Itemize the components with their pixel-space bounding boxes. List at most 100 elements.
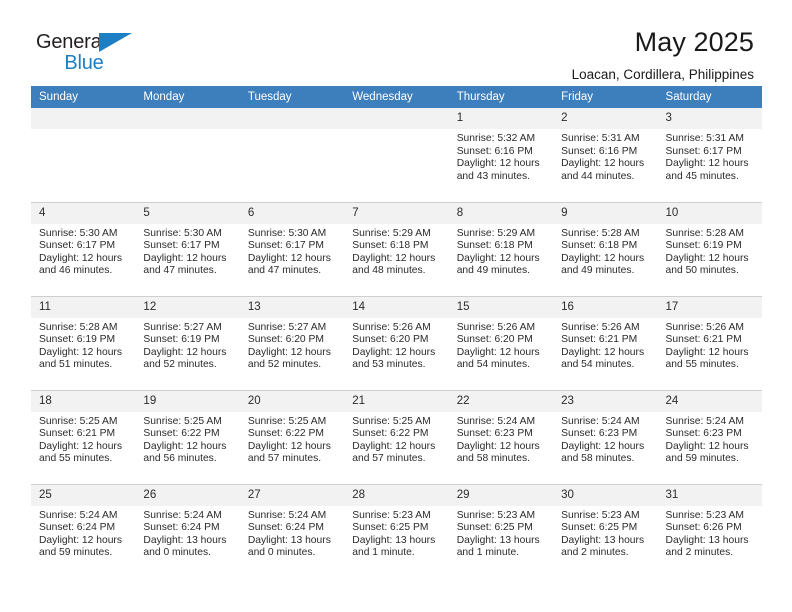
- calendar-day-cell[interactable]: 10 Sunrise: 5:28 AM Sunset: 6:19 PM Dayligh…: [657, 201, 762, 296]
- day-details: Sunrise: 5:30 AM Sunset: 6:17 PM Daylight:…: [240, 224, 344, 278]
- day-number: 22: [448, 390, 554, 412]
- daylight-text-line2: and 54 minutes.: [561, 359, 635, 371]
- calendar-day-cell[interactable]: 19 Sunrise: 5:25 AM Sunset: 6:22 PM Dayligh…: [135, 389, 240, 484]
- sunset-text: Sunset: 6:17 PM: [39, 240, 116, 252]
- calendar-day-cell[interactable]: 30 Sunrise: 5:23 AM Sunset: 6:25 PM Dayligh…: [553, 483, 658, 578]
- sunset-text: Sunset: 6:21 PM: [39, 428, 116, 440]
- sunrise-text: Sunrise: 5:25 AM: [352, 415, 431, 427]
- sunset-text: Sunset: 6:23 PM: [665, 428, 742, 440]
- sunset-text: Sunset: 6:24 PM: [247, 522, 324, 534]
- daylight-text-line2: and 2 minutes.: [561, 547, 629, 559]
- day-details: [135, 129, 239, 133]
- calendar-day-cell[interactable]: 4 Sunrise: 5:30 AM Sunset: 6:17 PM Daylight…: [31, 201, 136, 296]
- calendar-day-cell[interactable]: 14 Sunrise: 5:26 AM Sunset: 6:20 PM Dayligh…: [344, 295, 449, 390]
- calendar-day-cell[interactable]: 3 Sunrise: 5:31 AM Sunset: 6:17 PM Daylight…: [657, 108, 762, 202]
- day-number: 2: [553, 108, 658, 129]
- sunrise-text: Sunrise: 5:30 AM: [39, 227, 118, 239]
- daylight-text-line2: and 1 minute.: [456, 547, 520, 559]
- day-number: 30: [553, 484, 658, 506]
- column-header-monday: Monday: [135, 86, 240, 108]
- daylight-text-line2: and 1 minute.: [352, 547, 415, 559]
- calendar-day-cell[interactable]: 11 Sunrise: 5:28 AM Sunset: 6:19 PM Dayligh…: [31, 295, 136, 390]
- daylight-text-line1: Daylight: 12 hours: [39, 440, 122, 452]
- sunset-text: Sunset: 6:23 PM: [456, 428, 533, 440]
- calendar-day-cell[interactable]: 13 Sunrise: 5:27 AM Sunset: 6:20 PM Dayligh…: [239, 295, 345, 390]
- day-details: Sunrise: 5:24 AM Sunset: 6:23 PM Daylight:…: [449, 412, 553, 466]
- generalblue-logo[interactable]: General Blue: [36, 26, 156, 73]
- sunrise-text: Sunrise: 5:25 AM: [247, 415, 327, 427]
- calendar-day-cell[interactable]: 1 Sunrise: 5:32 AM Sunset: 6:16 PM Daylight…: [448, 108, 554, 202]
- day-number: 10: [657, 202, 762, 224]
- masthead: General Blue May 2025 Loacan, Cordillera…: [0, 0, 792, 82]
- sunset-text: Sunset: 6:23 PM: [561, 428, 638, 440]
- sunset-text: Sunset: 6:22 PM: [352, 428, 429, 440]
- sunrise-text: Sunrise: 5:25 AM: [39, 415, 118, 427]
- column-header-sunday: Sunday: [31, 86, 136, 108]
- logo-flag-icon: [99, 33, 132, 52]
- daylight-text-line2: and 2 minutes.: [665, 547, 734, 559]
- sunrise-text: Sunrise: 5:24 AM: [247, 509, 327, 521]
- day-details: Sunrise: 5:24 AM Sunset: 6:24 PM Daylight:…: [240, 506, 344, 560]
- calendar-day-cell[interactable]: 20 Sunrise: 5:25 AM Sunset: 6:22 PM Dayligh…: [239, 389, 345, 484]
- calendar-day-cell[interactable]: 6 Sunrise: 5:30 AM Sunset: 6:17 PM Daylight…: [239, 201, 345, 296]
- day-number: 28: [344, 484, 449, 506]
- calendar-day-cell[interactable]: 15 Sunrise: 5:26 AM Sunset: 6:20 PM Dayligh…: [448, 295, 554, 390]
- daylight-text-line1: Daylight: 12 hours: [561, 346, 645, 358]
- calendar-day-cell[interactable]: 2 Sunrise: 5:31 AM Sunset: 6:16 PM Daylight…: [553, 108, 658, 202]
- day-number: [31, 108, 136, 129]
- calendar-day-cell[interactable]: 24 Sunrise: 5:24 AM Sunset: 6:23 PM Dayligh…: [657, 389, 762, 484]
- sunset-text: Sunset: 6:24 PM: [39, 522, 116, 534]
- sunset-text: Sunset: 6:19 PM: [143, 334, 220, 346]
- calendar-day-cell[interactable]: 29 Sunrise: 5:23 AM Sunset: 6:25 PM Dayligh…: [448, 483, 554, 578]
- day-details: Sunrise: 5:30 AM Sunset: 6:17 PM Daylight:…: [135, 224, 239, 278]
- day-number: 7: [344, 202, 449, 224]
- daylight-text-line2: and 59 minutes.: [39, 547, 113, 559]
- daylight-text-line1: Daylight: 12 hours: [247, 252, 331, 264]
- daylight-text-line1: Daylight: 13 hours: [143, 534, 227, 546]
- day-details: Sunrise: 5:23 AM Sunset: 6:25 PM Daylight:…: [553, 506, 657, 560]
- calendar-day-cell[interactable]: 17 Sunrise: 5:26 AM Sunset: 6:21 PM Dayligh…: [657, 295, 762, 390]
- calendar-day-cell[interactable]: 26 Sunrise: 5:24 AM Sunset: 6:24 PM Dayligh…: [135, 483, 240, 578]
- calendar-day-cell[interactable]: 25 Sunrise: 5:24 AM Sunset: 6:24 PM Dayligh…: [31, 483, 136, 578]
- sunrise-text: Sunrise: 5:23 AM: [352, 509, 431, 521]
- daylight-text-line2: and 50 minutes.: [665, 265, 739, 277]
- daylight-text-line1: Daylight: 13 hours: [561, 534, 645, 546]
- day-details: Sunrise: 5:26 AM Sunset: 6:20 PM Daylight:…: [449, 318, 553, 372]
- sunrise-text: Sunrise: 5:28 AM: [561, 227, 640, 239]
- daylight-text-line1: Daylight: 12 hours: [143, 252, 227, 264]
- calendar-day-cell[interactable]: 9 Sunrise: 5:28 AM Sunset: 6:18 PM Daylight…: [553, 201, 658, 296]
- daylight-text-line1: Daylight: 12 hours: [143, 440, 227, 452]
- calendar-day-cell[interactable]: 27 Sunrise: 5:24 AM Sunset: 6:24 PM Dayligh…: [239, 483, 345, 578]
- day-details: [344, 129, 448, 133]
- calendar-day-cell[interactable]: 7 Sunrise: 5:29 AM Sunset: 6:18 PM Daylight…: [344, 201, 449, 296]
- calendar-day-cell[interactable]: 31 Sunrise: 5:23 AM Sunset: 6:26 PM Dayligh…: [657, 483, 762, 578]
- calendar-day-cell[interactable]: 28 Sunrise: 5:23 AM Sunset: 6:25 PM Dayligh…: [344, 483, 449, 578]
- day-number: 1: [448, 108, 554, 129]
- calendar-day-cell[interactable]: 5 Sunrise: 5:30 AM Sunset: 6:17 PM Daylight…: [135, 201, 240, 296]
- calendar-day-cell[interactable]: 16 Sunrise: 5:26 AM Sunset: 6:21 PM Dayligh…: [553, 295, 658, 390]
- daylight-text-line1: Daylight: 12 hours: [352, 252, 436, 264]
- sunset-text: Sunset: 6:17 PM: [143, 240, 220, 252]
- day-number: 8: [448, 202, 554, 224]
- daylight-text-line1: Daylight: 12 hours: [665, 252, 749, 264]
- daylight-text-line2: and 55 minutes.: [665, 359, 739, 371]
- sunrise-text: Sunrise: 5:24 AM: [561, 415, 640, 427]
- calendar-day-cell[interactable]: 21 Sunrise: 5:25 AM Sunset: 6:22 PM Dayligh…: [344, 389, 449, 484]
- daylight-text-line2: and 44 minutes.: [561, 170, 635, 182]
- sunset-text: Sunset: 6:19 PM: [665, 240, 742, 252]
- daylight-text-line2: and 52 minutes.: [247, 359, 322, 371]
- day-number: [344, 108, 449, 129]
- day-details: Sunrise: 5:24 AM Sunset: 6:23 PM Daylight:…: [553, 412, 657, 466]
- day-number: 6: [239, 202, 345, 224]
- daylight-text-line2: and 55 minutes.: [39, 453, 113, 465]
- sunset-text: Sunset: 6:25 PM: [456, 522, 533, 534]
- calendar-day-cell[interactable]: 8 Sunrise: 5:29 AM Sunset: 6:18 PM Daylight…: [448, 201, 554, 296]
- calendar-day-cell[interactable]: 22 Sunrise: 5:24 AM Sunset: 6:23 PM Dayligh…: [448, 389, 554, 484]
- day-number: 14: [344, 296, 449, 318]
- day-details: Sunrise: 5:29 AM Sunset: 6:18 PM Daylight:…: [449, 224, 553, 278]
- daylight-text-line2: and 0 minutes.: [143, 547, 211, 559]
- calendar-day-cell[interactable]: 12 Sunrise: 5:27 AM Sunset: 6:19 PM Dayligh…: [135, 295, 240, 390]
- daylight-text-line2: and 45 minutes.: [665, 170, 739, 182]
- calendar-day-cell[interactable]: 18 Sunrise: 5:25 AM Sunset: 6:21 PM Dayligh…: [31, 389, 136, 484]
- calendar-day-cell[interactable]: 23 Sunrise: 5:24 AM Sunset: 6:23 PM Dayligh…: [553, 389, 658, 484]
